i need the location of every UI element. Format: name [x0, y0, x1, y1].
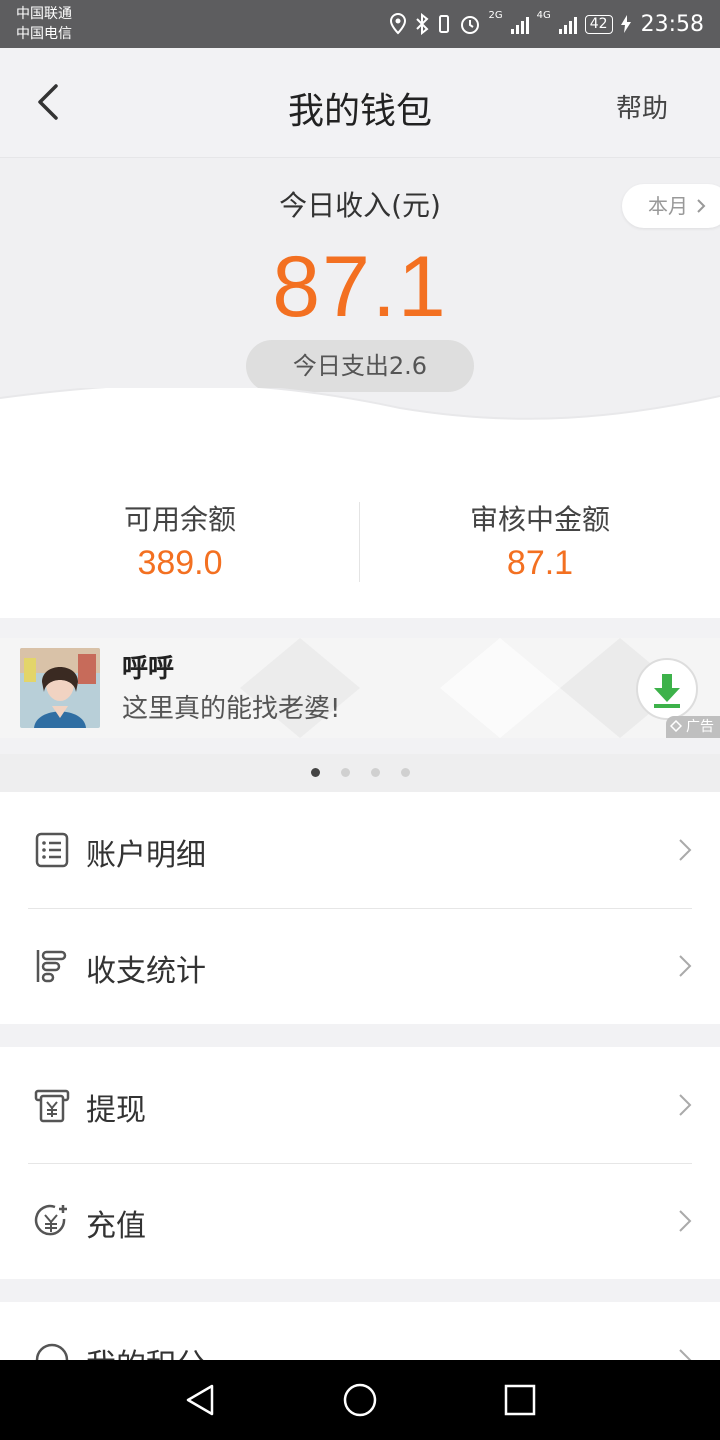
menu-group-records: 账户明细 收支统计: [0, 792, 720, 1024]
header: 我的钱包 帮助: [0, 48, 720, 158]
carousel-dot[interactable]: [401, 768, 410, 777]
chevron-right-icon: [679, 1094, 692, 1116]
menu-item-label: 提现: [86, 1093, 146, 1128]
net-type-2: 4G: [536, 10, 551, 21]
month-button[interactable]: 本月: [622, 184, 720, 228]
ad-title: 呼呼: [122, 654, 175, 684]
today-income-label: 今日收入(元): [279, 189, 441, 222]
today-income-amount: 87.1: [272, 239, 448, 335]
chevron-right-icon: [679, 1349, 692, 1360]
recharge-icon: [34, 1204, 67, 1236]
location-icon: [389, 13, 406, 35]
menu-item-label: 收支统计: [86, 954, 206, 989]
stats-icon: [36, 950, 67, 983]
menu-item-account-detail[interactable]: 账户明细: [0, 792, 720, 908]
menu-item-withdraw[interactable]: 提现: [0, 1047, 720, 1163]
menu-item-stats[interactable]: 收支统计: [0, 908, 720, 1024]
page-title: 我的钱包: [287, 91, 432, 132]
vibrate-icon: [438, 15, 449, 33]
points-icon: [35, 1343, 69, 1360]
battery-icon: 42: [584, 14, 613, 34]
carrier-2: 中国电信: [16, 26, 72, 42]
carousel-dot[interactable]: [371, 768, 380, 777]
pending-balance-label: 审核中金额: [469, 503, 610, 536]
menu-item-label: 账户明细: [86, 838, 206, 873]
withdraw-icon: [34, 1089, 70, 1123]
chevron-right-icon: [697, 199, 706, 213]
available-balance-value: 389.0: [137, 544, 223, 582]
ad-background: [240, 638, 680, 738]
carrier-1: 中国联通: [16, 6, 72, 22]
menu-item-recharge[interactable]: 充值: [0, 1163, 720, 1279]
wave-decoration: [0, 388, 720, 468]
ad-description: 这里真的能找老婆!: [122, 694, 341, 724]
menu-item-points[interactable]: 我的积分: [0, 1302, 720, 1360]
bluetooth-icon: [415, 13, 429, 35]
nav-back-icon[interactable]: [182, 1382, 218, 1418]
nav-home-icon[interactable]: [342, 1382, 378, 1418]
menu-group-points: 我的积分: [0, 1302, 720, 1360]
charging-icon: [620, 15, 631, 33]
pending-balance-value: 87.1: [506, 544, 574, 582]
chevron-right-icon: [679, 839, 692, 861]
menu-group-funds: 提现 充值: [0, 1047, 720, 1279]
menu-item-label: 充值: [86, 1209, 146, 1244]
ad-avatar: [20, 648, 100, 728]
status-icons: 2G 4G 42 23:58: [389, 0, 704, 48]
download-icon: [654, 674, 680, 708]
help-button[interactable]: 帮助: [616, 88, 668, 125]
menu-item-label: 我的积分: [86, 1340, 206, 1360]
ad-tag: 广告: [665, 716, 720, 738]
download-button[interactable]: [636, 658, 698, 720]
alarm-icon: [460, 16, 479, 34]
available-balance-label: 可用余额: [123, 503, 236, 536]
net-type-1: 2G: [488, 10, 503, 21]
status-bar: 中国联通 中国电信 2G 4G 42 23:58: [0, 0, 720, 48]
chevron-right-icon: [679, 955, 692, 977]
balance-panel: 可用余额 389.0 审核中金额 87.1: [0, 458, 720, 618]
carousel-indicator: [0, 754, 720, 792]
ad-logo-icon: [669, 719, 682, 733]
list-icon: [35, 832, 69, 868]
income-panel: 今日收入(元) 本月 87.1 今日支出2.6: [0, 158, 720, 468]
nav-recent-icon[interactable]: [502, 1382, 538, 1418]
signal-icon-1: [510, 14, 529, 34]
signal-icon-2: [558, 14, 577, 34]
available-balance[interactable]: 可用余额 389.0: [0, 498, 360, 583]
carrier-info: 中国联通 中国电信: [16, 4, 72, 44]
carousel-dot[interactable]: [311, 768, 320, 777]
today-expense[interactable]: 今日支出2.6: [246, 340, 474, 392]
ad-banner[interactable]: 呼呼 这里真的能找老婆! 广告: [0, 638, 720, 738]
chevron-right-icon: [679, 1210, 692, 1232]
month-button-label: 本月: [648, 194, 688, 218]
carousel-dot[interactable]: [341, 768, 350, 777]
ad-tag-label: 广告: [686, 719, 714, 735]
clock: 23:58: [640, 11, 704, 37]
system-nav-bar: [0, 1360, 720, 1440]
pending-balance[interactable]: 审核中金额 87.1: [360, 498, 720, 583]
